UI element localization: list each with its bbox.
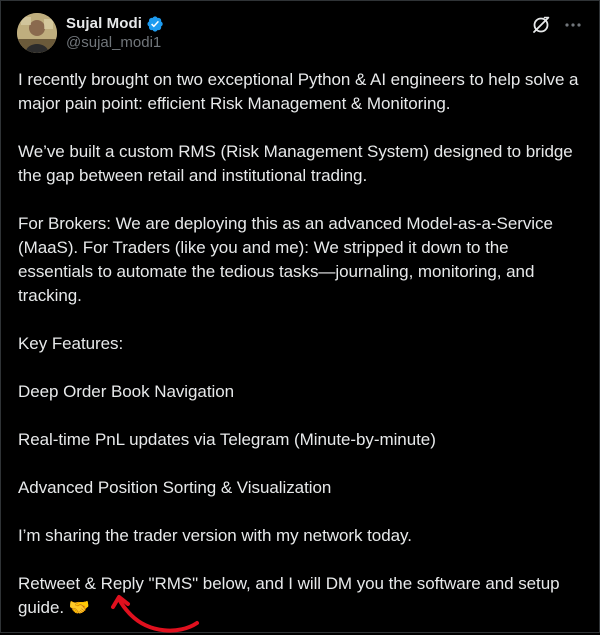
author-info: Sujal Modi @sujal_modi1	[66, 14, 164, 51]
author-display-name[interactable]: Sujal Modi	[66, 15, 142, 32]
grok-icon[interactable]	[531, 15, 551, 35]
header-actions	[531, 15, 583, 35]
tweet-paragraph: Advanced Position Sorting & Visualizatio…	[18, 478, 332, 497]
tweet-paragraph: Real-time PnL updates via Telegram (Minu…	[18, 430, 436, 449]
more-icon[interactable]	[563, 15, 583, 35]
author-handle[interactable]: @sujal_modi1	[66, 34, 164, 51]
tweet-paragraph: I’m sharing the trader version with my n…	[18, 526, 412, 545]
name-row: Sujal Modi	[66, 14, 164, 33]
avatar[interactable]	[17, 13, 57, 53]
tweet-paragraph: I recently brought on two exceptional Py…	[18, 70, 579, 113]
tweet-paragraph: Retweet & Reply "RMS" below, and I will …	[18, 574, 560, 617]
tweet-paragraph: Deep Order Book Navigation	[18, 382, 235, 401]
tweet-card[interactable]: Sujal Modi @sujal_modi1 I recently broug…	[0, 0, 600, 633]
tweet-header: Sujal Modi @sujal_modi1	[17, 13, 583, 53]
tweet-paragraph: For Brokers: We are deploying this as an…	[18, 214, 553, 305]
tweet-paragraph: Key Features:	[18, 334, 124, 353]
tweet-paragraph: We’ve built a custom RMS (Risk Managemen…	[18, 142, 573, 185]
red-arrow-annotation	[111, 595, 199, 633]
tweet-text: I recently brought on two exceptional Py…	[18, 68, 586, 620]
verified-badge-icon	[146, 15, 164, 33]
